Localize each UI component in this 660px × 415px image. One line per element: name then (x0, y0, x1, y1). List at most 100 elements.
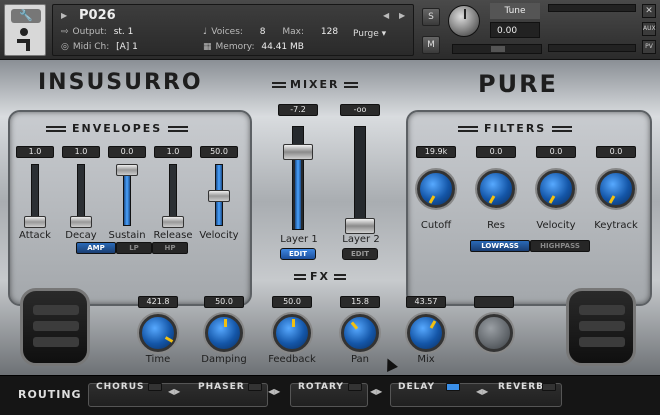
layer1-edit-button[interactable]: EDIT (280, 248, 316, 260)
fx-delay-label[interactable]: DELAY (398, 382, 435, 392)
next-instrument-icon[interactable]: ▶ (399, 11, 405, 20)
layer2-edit-button[interactable]: EDIT (342, 248, 378, 260)
attack-value[interactable]: 1.0 (16, 146, 54, 158)
feedback-value[interactable]: 50.0 (272, 296, 312, 308)
attack-slider-handle[interactable] (24, 216, 46, 228)
close-button[interactable]: ✕ (642, 4, 656, 18)
layer1-fader-handle[interactable] (283, 144, 313, 160)
max-voices-value[interactable]: 128 (321, 27, 338, 37)
velocity-value[interactable]: 50.0 (200, 146, 238, 158)
sustain-slider-handle[interactable] (116, 164, 138, 176)
move-slot-arrows-icon[interactable]: ◀▶ (168, 387, 180, 396)
release-slider-handle[interactable] (162, 216, 184, 228)
keytrack-label: Keytrack (594, 220, 638, 231)
damping-label: Damping (201, 354, 247, 365)
velocity-knob[interactable] (537, 170, 575, 208)
velocity-value[interactable]: 0.0 (536, 146, 576, 158)
level-meter-top (548, 4, 636, 12)
res-value[interactable]: 0.0 (476, 146, 516, 158)
fx-reverb-toggle[interactable] (542, 383, 556, 391)
midi-icon: ◎ (61, 42, 69, 52)
instrument-icon[interactable]: 🔧 (4, 4, 46, 56)
purge-menu[interactable]: Purge ▾ (353, 29, 386, 39)
velocity-slider-handle[interactable] (208, 190, 230, 202)
mode-lp-button[interactable]: LP (116, 242, 152, 254)
output-icon: ⇨ (61, 27, 69, 37)
wrench-icon[interactable]: 🔧 (11, 9, 41, 23)
pan-value[interactable]: 15.8 (340, 296, 380, 308)
midi-channel-value[interactable]: [A] 1 (116, 42, 138, 52)
fx-phaser-toggle[interactable] (248, 383, 262, 391)
speaker-right-decor (566, 288, 636, 366)
fx-title: FX (290, 270, 350, 283)
layer2-fader-track[interactable] (354, 126, 366, 230)
pan-label: Pan (350, 354, 370, 365)
cutoff-knob[interactable] (417, 170, 455, 208)
fx-rotary-label[interactable]: ROTARY (298, 382, 344, 392)
decay-label: Decay (65, 230, 97, 241)
layer1-label: Layer 1 (280, 234, 318, 245)
sustain-value[interactable]: 0.0 (108, 146, 146, 158)
release-value[interactable]: 1.0 (154, 146, 192, 158)
instrument-info-panel: ▶ P026 ◀ ▶ ⇨ Output: st. 1 ◎ Midi Ch: [A] … (52, 4, 414, 56)
cutoff-label: Cutoff (420, 220, 452, 231)
fx-rotary-toggle[interactable] (348, 383, 362, 391)
output-value[interactable]: st. 1 (114, 27, 134, 37)
move-slot-arrows-icon[interactable]: ◀▶ (268, 387, 280, 396)
fx-phaser-label[interactable]: PHASER (198, 382, 245, 392)
collapse-arrow-icon[interactable]: ▶ (61, 11, 67, 20)
layer1-value[interactable]: -7.2 (278, 104, 318, 116)
layer1-fader-track[interactable] (292, 126, 304, 230)
mute-button[interactable]: M (422, 36, 440, 54)
fx-delay-toggle[interactable] (446, 383, 460, 391)
memory-label: Memory: (215, 42, 255, 52)
highpass-button[interactable]: HIGHPASS (530, 240, 590, 252)
brand-left: INSUSURRO (38, 70, 203, 95)
solo-button[interactable]: S (422, 8, 440, 26)
empty-knob[interactable] (475, 314, 513, 352)
max-label: Max: (282, 27, 305, 37)
time-value[interactable]: 421.8 (138, 296, 178, 308)
prev-instrument-icon[interactable]: ◀ (383, 11, 389, 20)
mode-hp-button[interactable]: HP (152, 242, 188, 254)
layer2-value[interactable]: -oo (340, 104, 380, 116)
velocity-label: Velocity (536, 220, 576, 231)
routing-bar: ROUTING CHORUS PHASER ROTARY DELAY REVER… (0, 375, 660, 415)
tune-knob[interactable] (448, 5, 480, 37)
instrument-name[interactable]: P026 (79, 8, 116, 23)
pan-handle[interactable] (491, 46, 505, 52)
mix-knob[interactable] (407, 314, 445, 352)
keytrack-knob[interactable] (597, 170, 635, 208)
fx-reverb-label[interactable]: REVERB (498, 382, 544, 392)
fx-chorus-label[interactable]: CHORUS (96, 382, 145, 392)
envelopes-title: ENVELOPES (40, 122, 194, 135)
res-knob[interactable] (477, 170, 515, 208)
aux-button[interactable]: AUX (642, 22, 656, 36)
filters-section: FILTERS 19.9k Cutoff 0.0 Res 0.0 Velocit… (406, 110, 652, 306)
speaker-left-decor (20, 288, 90, 366)
damping-knob[interactable] (205, 314, 243, 352)
attack-label: Attack (19, 230, 51, 241)
empty-value[interactable] (474, 296, 514, 308)
mix-value[interactable]: 43.57 (406, 296, 446, 308)
time-knob[interactable] (139, 314, 177, 352)
cutoff-value[interactable]: 19.9k (416, 146, 456, 158)
layer2-fader-handle[interactable] (345, 218, 375, 234)
res-label: Res (487, 220, 505, 231)
mode-amp-button[interactable]: AMP (76, 242, 116, 254)
mix-label: Mix (417, 354, 435, 365)
pan-knob[interactable] (341, 314, 379, 352)
pv-button[interactable]: PV (642, 40, 656, 54)
pan-slider[interactable] (452, 44, 542, 54)
move-slot-arrows-icon[interactable]: ◀▶ (370, 387, 382, 396)
move-slot-arrows-icon[interactable]: ◀▶ (476, 387, 488, 396)
lowpass-button[interactable]: LOWPASS (470, 240, 530, 252)
decay-value[interactable]: 1.0 (62, 146, 100, 158)
instrument-panel: INSUSURRO PURE ENVELOPES 1.0 Attack 1.0 … (0, 60, 660, 375)
keytrack-value[interactable]: 0.0 (596, 146, 636, 158)
feedback-knob[interactable] (273, 314, 311, 352)
fx-chorus-toggle[interactable] (148, 383, 162, 391)
tune-value[interactable]: 0.00 (490, 22, 540, 38)
decay-slider-handle[interactable] (70, 216, 92, 228)
damping-value[interactable]: 50.0 (204, 296, 244, 308)
